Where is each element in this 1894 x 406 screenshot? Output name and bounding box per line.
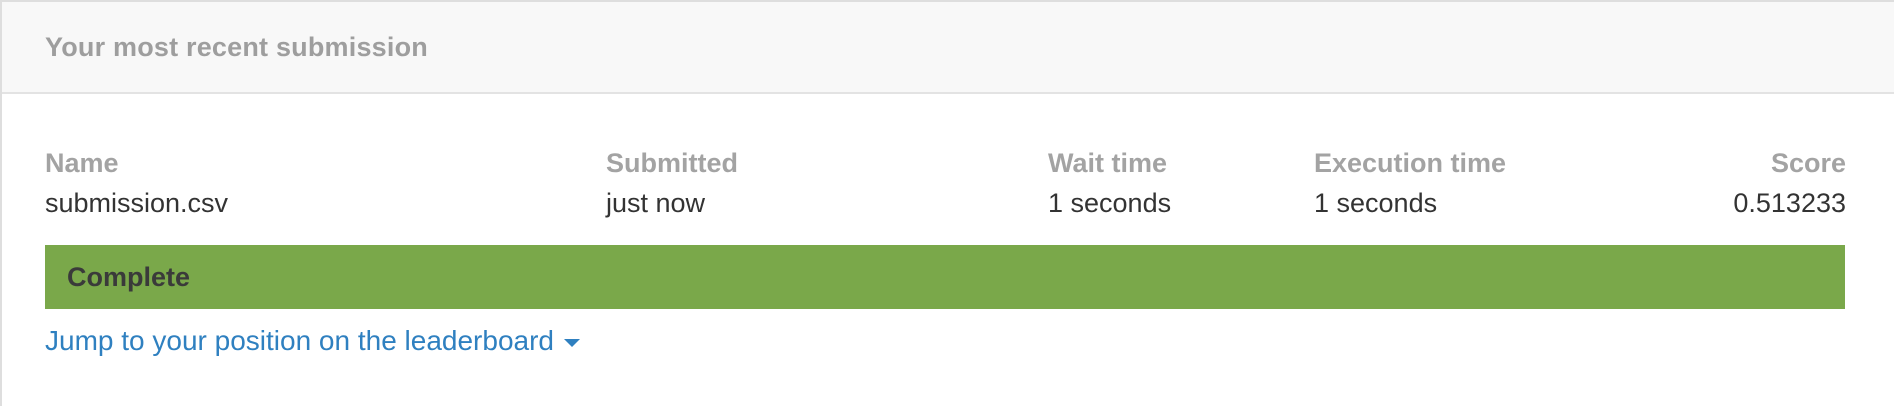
- execution-time-value: 1 seconds: [1314, 188, 1438, 218]
- score-value: 0.513233: [1733, 188, 1846, 218]
- caret-down-icon[interactable]: [564, 339, 580, 347]
- leaderboard-link-label[interactable]: Jump to your position on the leaderboard: [45, 325, 554, 357]
- submitted-value: just now: [606, 188, 706, 218]
- score-column: Score 0.513233: [1733, 146, 1846, 220]
- execution-time-header: Execution time: [1314, 148, 1507, 178]
- wait-time-column: Wait time 1 seconds: [1048, 146, 1171, 220]
- submitted-header: Submitted: [606, 148, 738, 178]
- wait-time-header: Wait time: [1048, 148, 1168, 178]
- status-bar: Complete: [45, 245, 1845, 309]
- submission-table: Name submission.csv Submitted just now W…: [2, 94, 1894, 234]
- submitted-column: Submitted just now: [606, 146, 738, 220]
- name-column: Name submission.csv: [45, 146, 228, 220]
- leaderboard-link[interactable]: Jump to your position on the leaderboard: [45, 325, 580, 357]
- score-header: Score: [1770, 148, 1846, 178]
- name-header: Name: [45, 148, 119, 178]
- panel-header: Your most recent submission: [2, 2, 1894, 94]
- submission-panel: Your most recent submission Name submiss…: [0, 0, 1894, 406]
- panel-title: Your most recent submission: [45, 31, 428, 62]
- status-label: Complete: [67, 261, 191, 292]
- execution-time-column: Execution time 1 seconds: [1314, 146, 1506, 220]
- wait-time-value: 1 seconds: [1048, 188, 1172, 218]
- name-value: submission.csv: [45, 188, 229, 218]
